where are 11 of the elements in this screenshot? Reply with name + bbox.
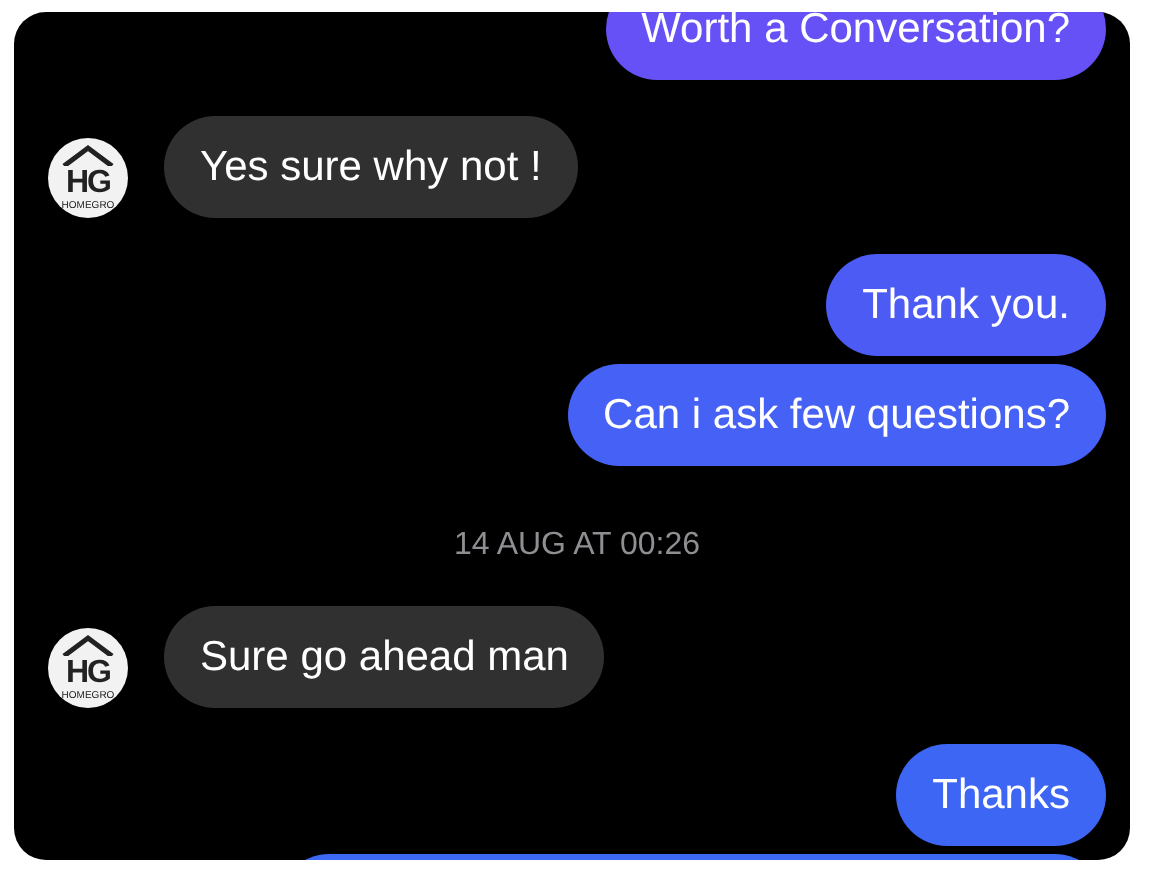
- message-bubble: Thanks: [896, 744, 1106, 846]
- message-bubble: Sure go ahead man: [164, 606, 605, 708]
- timestamp: 14 AUG AT 00:26: [451, 526, 703, 566]
- message-bubble: Worth a Conversation?: [605, 12, 1106, 80]
- house-icon: [60, 634, 116, 656]
- message-bubble: Yes sure why not !: [164, 116, 578, 218]
- message-bubble: Can i ask few questions?: [567, 364, 1106, 466]
- avatar-initials: HG: [66, 166, 110, 201]
- message-bubble: Thank you.: [826, 254, 1106, 356]
- house-icon: [60, 144, 116, 166]
- avatar-initials: HG: [66, 656, 110, 691]
